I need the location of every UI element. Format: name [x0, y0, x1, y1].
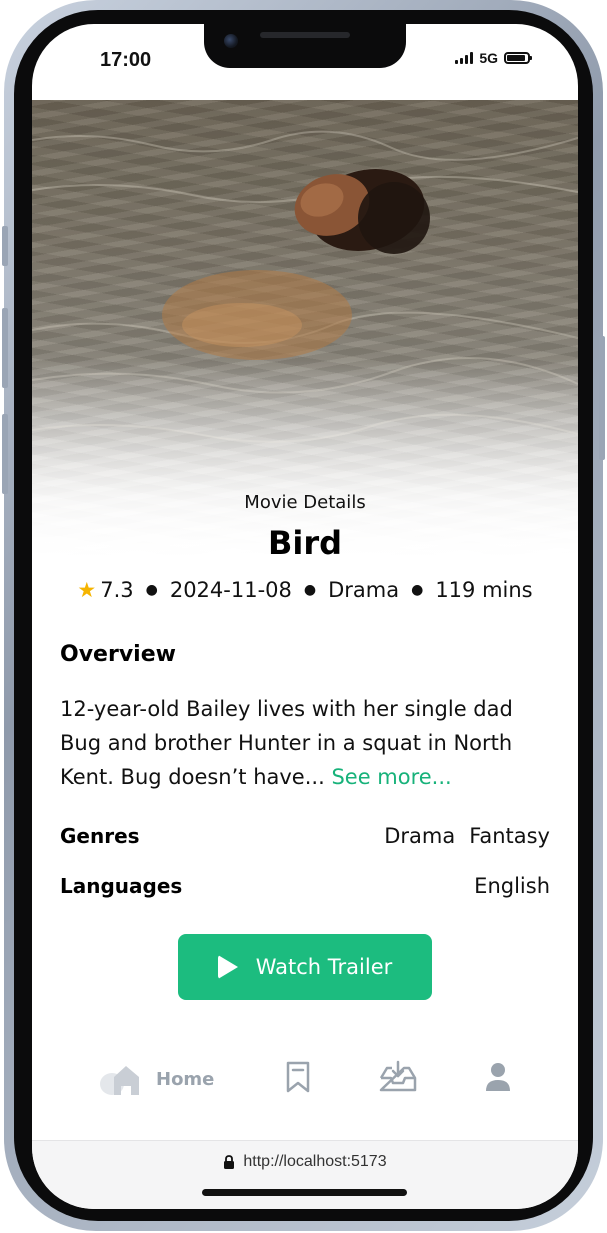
release-date: 2024-11-08 — [169, 578, 292, 602]
bookmark-icon[interactable] — [284, 1060, 312, 1094]
see-more-link[interactable]: See more... — [331, 765, 451, 789]
genres-label: Genres — [60, 824, 140, 848]
signal-icon — [455, 52, 474, 64]
rating-value: 7.3 — [100, 578, 134, 602]
bottom-nav: Home — [32, 1054, 578, 1104]
power-button — [599, 336, 605, 460]
lock-icon — [224, 1155, 235, 1169]
mute-switch — [2, 226, 8, 266]
separator-dot: ● — [411, 582, 424, 598]
speaker — [260, 32, 350, 38]
volume-up-button — [2, 308, 8, 388]
url-text: http://localhost:5173 — [243, 1153, 387, 1170]
movie-meta: ★ 7.3 ● 2024-11-08 ● Drama ● 119 mins — [32, 578, 578, 602]
nav-home-label: Home — [156, 1068, 215, 1090]
url-display: http://localhost:5173 — [32, 1153, 578, 1171]
genre-tag: Drama — [384, 824, 456, 848]
front-camera — [224, 34, 238, 48]
download-icon[interactable] — [378, 1060, 418, 1094]
languages-value: English — [474, 874, 550, 898]
watch-trailer-label: Watch Trailer — [255, 955, 393, 979]
browser-url-bar[interactable]: http://localhost:5173 — [32, 1140, 578, 1209]
runtime: 119 mins — [435, 578, 533, 602]
genres-value: Drama Fantasy — [384, 824, 550, 848]
watch-trailer-button[interactable]: Watch Trailer — [178, 934, 432, 1000]
rating: ★ 7.3 — [77, 578, 133, 602]
status-indicators: 5G — [455, 50, 532, 66]
language-tag: English — [474, 874, 550, 898]
play-icon — [217, 955, 238, 979]
home-icon — [100, 1066, 139, 1095]
section-label: Movie Details — [244, 492, 366, 513]
status-time: 17:00 — [100, 49, 152, 71]
movie-backdrop — [32, 100, 578, 560]
overview-text: 12-year-old Bailey lives with her single… — [60, 692, 550, 794]
home-indicator[interactable] — [202, 1189, 407, 1196]
genre: Drama — [328, 578, 400, 602]
separator-dot: ● — [303, 582, 317, 598]
genre-tag: Fantasy — [469, 824, 550, 848]
screen: 17:00 5G Movie Details Bird ★ 7.3 ● 2024… — [32, 24, 578, 1209]
network-type: 5G — [479, 50, 498, 66]
nav-item-home[interactable]: Home — [98, 1062, 214, 1096]
volume-down-button — [2, 414, 8, 494]
profile-icon[interactable] — [484, 1060, 512, 1094]
separator-dot: ● — [145, 582, 158, 598]
star-icon: ★ — [77, 578, 97, 602]
overview-heading: Overview — [60, 642, 176, 667]
languages-label: Languages — [60, 874, 183, 898]
battery-icon — [504, 52, 532, 64]
movie-title: Bird — [267, 524, 343, 562]
